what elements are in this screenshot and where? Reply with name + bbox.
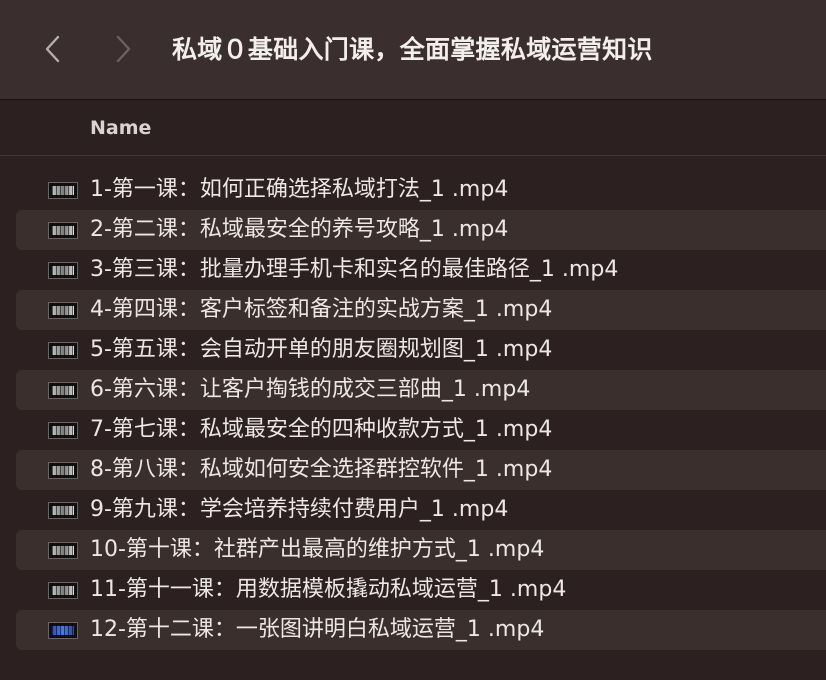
list-item[interactable]: 7-第七课：私域最安全的四种收款方式_1 .mp4 [16,410,826,450]
list-item[interactable]: 6-第六课：让客户掏钱的成交三部曲_1 .mp4 [16,370,826,410]
list-item[interactable]: 11-第十一课：用数据模板撬动私域运营_1 .mp4 [16,570,826,610]
list-item[interactable]: 3-第三课：批量办理手机卡和实名的最佳路径_1 .mp4 [16,250,826,290]
chevron-left-icon [45,35,60,63]
video-file-icon [48,342,78,359]
video-file-icon [48,182,78,199]
file-name: 2-第二课：私域最安全的养号攻略_1 .mp4 [90,217,509,242]
file-name: 1-第一课：如何正确选择私域打法_1 .mp4 [90,177,509,202]
video-file-icon [48,222,78,239]
forward-button[interactable] [110,29,138,69]
video-file-icon [48,462,78,479]
file-name: 4-第四课：客户标签和备注的实战方案_1 .mp4 [90,297,553,322]
video-file-icon [48,302,78,319]
video-file-icon [48,382,78,399]
video-file-icon [48,422,78,439]
video-file-icon [48,582,78,599]
list-item[interactable]: 8-第八课：私域如何安全选择群控软件_1 .mp4 [16,450,826,490]
video-file-icon [48,542,78,559]
file-name: 3-第三课：批量办理手机卡和实名的最佳路径_1 .mp4 [90,257,619,282]
file-name: 11-第十一课：用数据模板撬动私域运营_1 .mp4 [90,577,567,602]
video-file-icon [48,502,78,519]
finder-window: 私域０基础入门课，全面掌握私域运营知识 Name 1-第一课：如何正确选择私域打… [0,0,826,680]
video-file-icon [48,622,78,639]
video-file-icon [48,262,78,279]
list-item[interactable]: 12-第十二课：一张图讲明白私域运营_1 .mp4 [16,610,826,650]
chevron-right-icon [116,35,131,63]
list-item[interactable]: 9-第九课：学会培养持续付费用户_1 .mp4 [16,490,826,530]
file-list: 1-第一课：如何正确选择私域打法_1 .mp4 2-第二课：私域最安全的养号攻略_… [0,170,826,650]
list-item[interactable]: 5-第五课：会自动开单的朋友圈规划图_1 .mp4 [16,330,826,370]
list-item[interactable]: 1-第一课：如何正确选择私域打法_1 .mp4 [16,170,826,210]
file-name: 5-第五课：会自动开单的朋友圈规划图_1 .mp4 [90,337,553,362]
window-title: 私域０基础入门课，全面掌握私域运营知识 [172,35,653,64]
column-header-name[interactable]: Name [90,117,151,139]
file-name: 7-第七课：私域最安全的四种收款方式_1 .mp4 [90,417,553,442]
list-item[interactable]: 10-第十课：社群产出最高的维护方式_1 .mp4 [16,530,826,570]
file-name: 12-第十二课：一张图讲明白私域运营_1 .mp4 [90,617,545,642]
list-item[interactable]: 4-第四课：客户标签和备注的实战方案_1 .mp4 [16,290,826,330]
list-header: Name [0,101,826,156]
back-button[interactable] [38,29,66,69]
file-name: 6-第六课：让客户掏钱的成交三部曲_1 .mp4 [90,377,531,402]
file-name: 9-第九课：学会培养持续付费用户_1 .mp4 [90,497,509,522]
file-name: 8-第八课：私域如何安全选择群控软件_1 .mp4 [90,457,553,482]
file-name: 10-第十课：社群产出最高的维护方式_1 .mp4 [90,537,545,562]
list-item[interactable]: 2-第二课：私域最安全的养号攻略_1 .mp4 [16,210,826,250]
titlebar: 私域０基础入门课，全面掌握私域运营知识 [0,0,826,100]
